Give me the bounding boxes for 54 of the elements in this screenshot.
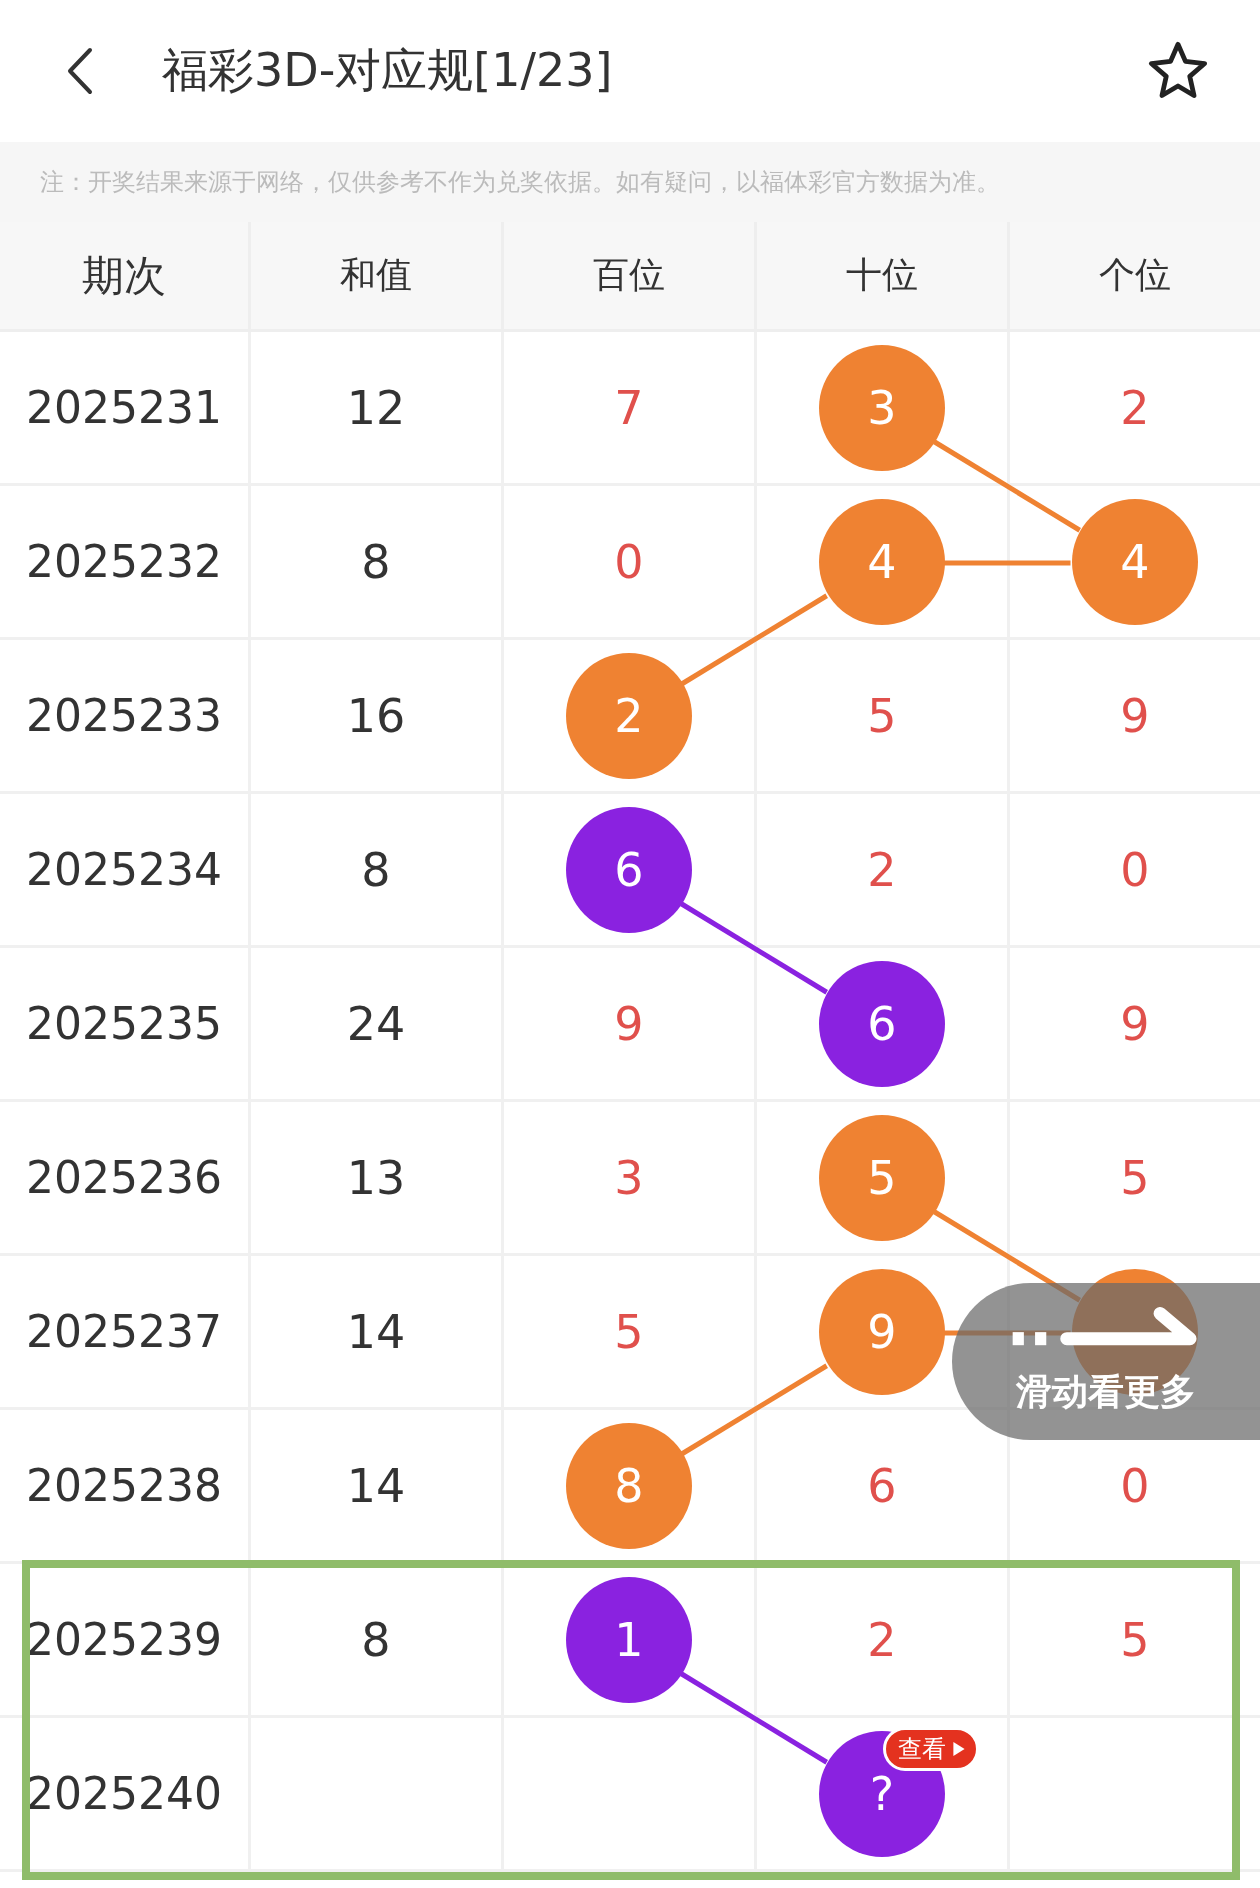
number-ball: 8 xyxy=(566,1422,692,1549)
digit-value: 0 xyxy=(1120,842,1150,897)
sum-value: 24 xyxy=(346,996,406,1051)
digit-value: 0 xyxy=(614,534,644,589)
issue-number: 2025233 xyxy=(26,690,222,741)
sum-value: 8 xyxy=(361,842,391,897)
issue-number: 2025234 xyxy=(26,844,222,895)
play-icon xyxy=(952,1739,966,1758)
column-header: 期次 xyxy=(81,249,167,302)
number-ball: 6 xyxy=(819,960,945,1087)
number-ball: 4 xyxy=(819,498,945,625)
issue-number: 2025239 xyxy=(26,1614,222,1665)
number-ball: 3 xyxy=(819,344,945,471)
number-ball: 6 xyxy=(566,806,692,933)
column-header: 个位 xyxy=(1007,222,1260,329)
digit-value: 2 xyxy=(867,842,897,897)
digit-value: 2 xyxy=(867,1612,897,1667)
column-header: 十位 xyxy=(754,222,1007,329)
digit-value: 3 xyxy=(614,1150,644,1205)
sum-value: 8 xyxy=(361,1612,391,1667)
issue-number: 2025236 xyxy=(26,1152,222,1203)
digit-value: 9 xyxy=(614,996,644,1051)
digit-value: 0 xyxy=(1120,1458,1150,1513)
number-ball: 1 xyxy=(566,1576,692,1703)
sum-value: 12 xyxy=(346,380,406,435)
swipe-hint-text: 滑动看更多 xyxy=(1016,1370,1196,1414)
digit-value: 5 xyxy=(614,1304,644,1359)
digit-value: 2 xyxy=(1120,380,1150,435)
issue-number: 2025235 xyxy=(26,998,222,1049)
sum-value: 16 xyxy=(346,688,406,743)
number-ball: 2 xyxy=(566,652,692,779)
disclaimer-text: 注：开奖结果来源于网络，仅供参考不作为兑奖依据。如有疑问，以福体彩官方数据为准。 xyxy=(0,142,1260,222)
column-header: 百位 xyxy=(501,222,754,329)
digit-value: 5 xyxy=(1120,1612,1150,1667)
sum-value: 14 xyxy=(346,1304,406,1359)
digit-value: 6 xyxy=(867,1458,897,1513)
digit-value: 5 xyxy=(1120,1150,1150,1205)
digit-value: 9 xyxy=(1120,996,1150,1051)
issue-number: 2025232 xyxy=(26,536,222,587)
digit-value: 5 xyxy=(867,688,897,743)
page-title: 福彩3D-对应规[1/23] xyxy=(162,42,614,99)
issue-number: 2025238 xyxy=(26,1460,222,1511)
sum-value: 8 xyxy=(361,534,391,589)
sum-value: 13 xyxy=(346,1150,406,1205)
number-ball: 9 xyxy=(819,1268,945,1395)
issue-number: 2025231 xyxy=(26,382,222,433)
digit-value: 9 xyxy=(1120,688,1150,743)
digit-value: 7 xyxy=(614,380,644,435)
issue-number: 2025237 xyxy=(26,1306,222,1357)
column-header: 和值 xyxy=(248,222,501,329)
number-ball: 5 xyxy=(819,1114,945,1241)
sum-value: 14 xyxy=(346,1458,406,1513)
number-ball: 4 xyxy=(1072,498,1198,625)
issue-number: 2025240 xyxy=(26,1768,222,1819)
